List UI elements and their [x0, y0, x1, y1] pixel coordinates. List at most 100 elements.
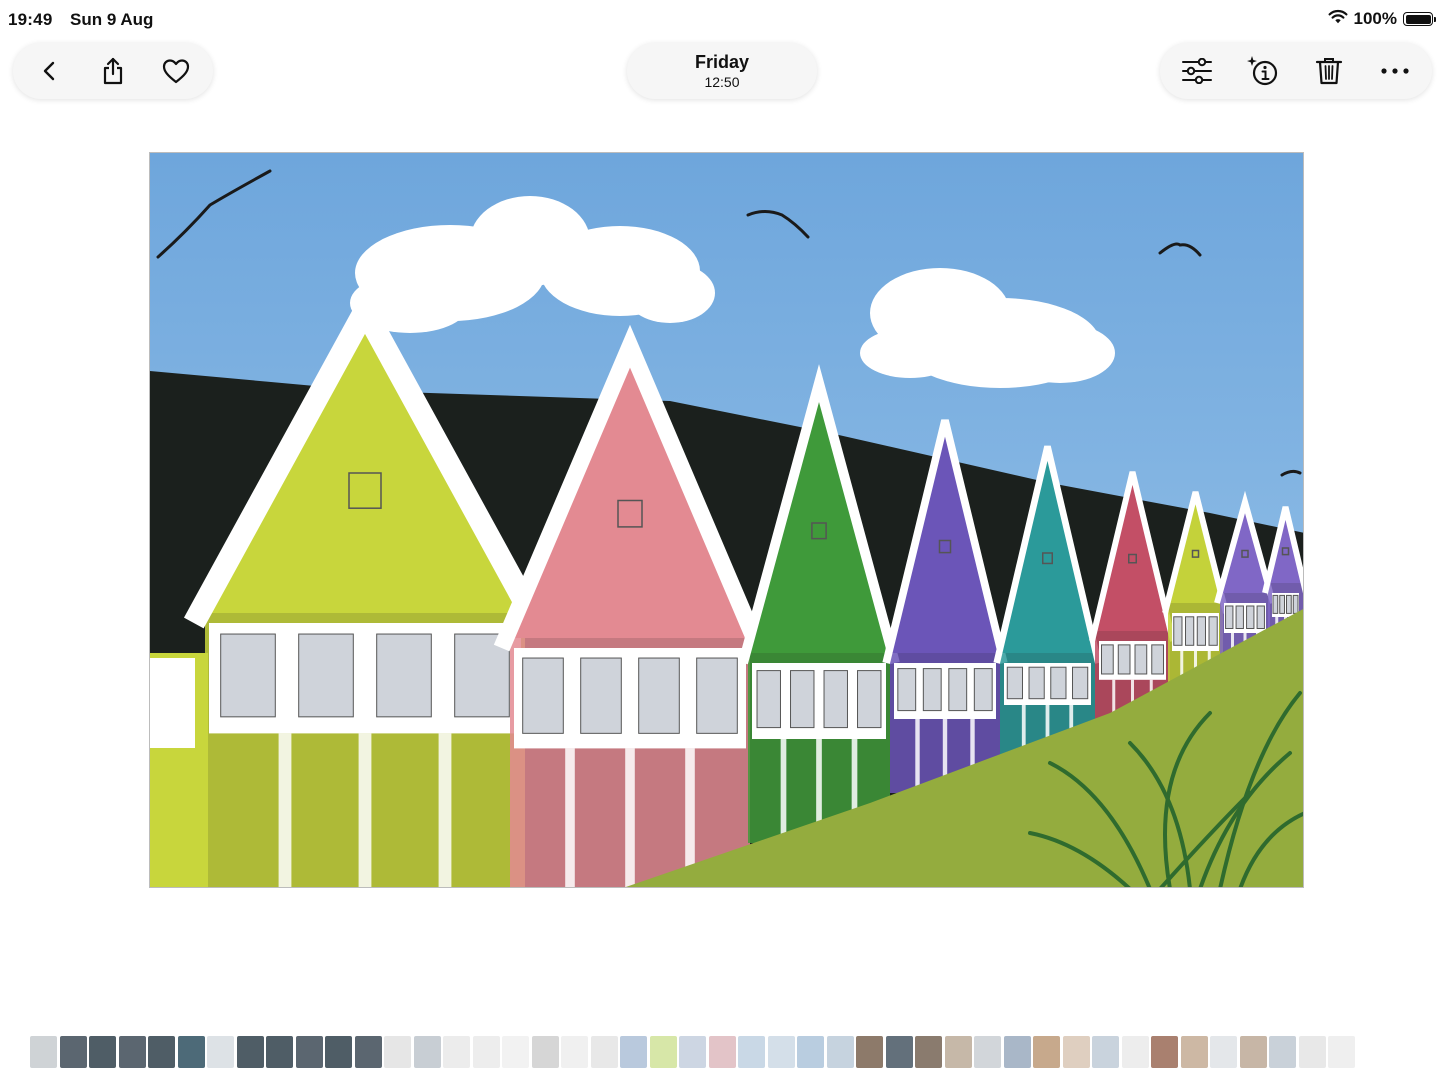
hut-window-pane [1246, 605, 1255, 629]
filmstrip-thumb[interactable] [177, 1036, 205, 1068]
filmstrip-thumb[interactable] [295, 1036, 323, 1068]
hut-window-pane [948, 668, 968, 712]
title-pill[interactable]: Friday 12:50 [627, 43, 817, 99]
filmstrip-thumb[interactable] [384, 1036, 411, 1068]
hut-window-pane [1028, 666, 1045, 700]
hut-window-pane [1292, 594, 1299, 614]
hut-window-pane [1272, 594, 1279, 614]
filmstrip-thumb[interactable] [1121, 1036, 1149, 1068]
filmstrip-thumb[interactable] [1239, 1036, 1267, 1068]
filmstrip-thumb[interactable] [325, 1036, 352, 1068]
filmstrip-thumb[interactable] [1269, 1036, 1296, 1068]
filmstrip-thumb[interactable] [1210, 1036, 1237, 1068]
hut-window-pane [1286, 594, 1292, 614]
filmstrip-thumb[interactable] [1328, 1036, 1355, 1068]
filmstrip-thumb[interactable] [915, 1036, 942, 1068]
filmstrip-thumb[interactable] [1151, 1036, 1178, 1068]
share-button[interactable] [89, 47, 137, 95]
hut-window-pane [1072, 666, 1089, 700]
hut-window-pane [1151, 644, 1164, 675]
right-toolbar [1160, 43, 1432, 99]
filmstrip-thumb[interactable] [354, 1036, 382, 1068]
filmstrip-thumb[interactable] [708, 1036, 736, 1068]
hut-window-pane [1185, 616, 1195, 646]
back-button[interactable] [26, 47, 74, 95]
hut-window-pane [1117, 644, 1131, 675]
more-button[interactable] [1371, 47, 1419, 95]
hut-window-pane [1279, 594, 1285, 614]
photo-title: Friday [694, 52, 750, 72]
filmstrip-thumb[interactable] [89, 1036, 116, 1068]
photo-time: 12:50 [704, 74, 740, 90]
filmstrip-thumb[interactable] [236, 1036, 264, 1068]
filmstrip-thumb[interactable] [1298, 1036, 1326, 1068]
hut-window-pane [580, 657, 622, 734]
filmstrip-thumb[interactable] [826, 1036, 854, 1068]
filmstrip-thumb[interactable] [1062, 1036, 1090, 1068]
filmstrip-thumb[interactable] [118, 1036, 146, 1068]
filmstrip-thumb[interactable] [1003, 1036, 1031, 1068]
filmstrip[interactable] [0, 1032, 1445, 1072]
photo-viewer[interactable] [149, 152, 1304, 888]
beach-huts-painting [150, 153, 1303, 887]
filmstrip-thumb[interactable] [30, 1036, 57, 1068]
filmstrip-thumb[interactable] [207, 1036, 234, 1068]
status-time: 19:49 [8, 10, 53, 29]
hut-window-pane [1225, 605, 1234, 629]
hut-window-pane [823, 670, 848, 729]
hut-window-pane [1006, 666, 1023, 700]
info-button[interactable] [1239, 47, 1287, 95]
hut-window-pane [857, 670, 882, 729]
left-toolbar [13, 43, 213, 99]
filmstrip-thumb[interactable] [148, 1036, 175, 1068]
battery-icon [1403, 12, 1436, 26]
filmstrip-thumb[interactable] [443, 1036, 470, 1068]
filmstrip-thumb[interactable] [1180, 1036, 1208, 1068]
filmstrip-thumb[interactable] [1033, 1036, 1060, 1068]
hut-window-pane [1101, 644, 1114, 675]
hut-window-pane [756, 670, 781, 729]
hut-window-pane [220, 633, 276, 718]
hut-window-pane [522, 657, 564, 734]
trash-icon [1315, 58, 1343, 85]
hut-window-pane [1196, 616, 1206, 646]
filmstrip-thumb[interactable] [266, 1036, 293, 1068]
hut-window-pane [897, 668, 917, 712]
filmstrip-thumb[interactable] [590, 1036, 618, 1068]
filmstrip-thumb[interactable] [561, 1036, 588, 1068]
filmstrip-thumb[interactable] [1092, 1036, 1119, 1068]
hut-window-pane [1050, 666, 1067, 700]
filmstrip-thumb[interactable] [531, 1036, 559, 1068]
filmstrip-thumb[interactable] [944, 1036, 972, 1068]
hut-window-pane [298, 633, 354, 718]
filmstrip-thumb[interactable] [413, 1036, 441, 1068]
filmstrip-thumb[interactable] [767, 1036, 795, 1068]
status-date: Sun 9 Aug [70, 10, 154, 29]
filmstrip-thumb[interactable] [472, 1036, 500, 1068]
filmstrip-thumb[interactable] [649, 1036, 677, 1068]
filmstrip-thumb[interactable] [502, 1036, 529, 1068]
filmstrip-thumb[interactable] [885, 1036, 913, 1068]
favorite-button[interactable] [152, 47, 200, 95]
delete-button[interactable] [1305, 47, 1353, 95]
hut-window-pane [1208, 616, 1218, 646]
edit-button[interactable] [1173, 47, 1221, 95]
filmstrip-thumb[interactable] [738, 1036, 765, 1068]
filmstrip-thumb[interactable] [59, 1036, 87, 1068]
filmstrip-thumb[interactable] [856, 1036, 883, 1068]
hut-window-pane [376, 633, 432, 718]
filmstrip-thumb[interactable] [620, 1036, 647, 1068]
hut-window-pane [1235, 605, 1244, 629]
filmstrip-thumb[interactable] [679, 1036, 706, 1068]
battery-percent: 100% [1353, 9, 1397, 28]
more-icon [1381, 68, 1409, 74]
hut-window-pane [922, 668, 942, 712]
status-bar: 19:49 Sun 9 Aug 100% [0, 0, 1445, 40]
hut-window-pane [1173, 616, 1183, 646]
filmstrip-thumb[interactable] [974, 1036, 1001, 1068]
status-right: 100% [1328, 9, 1436, 29]
hut-partial-frame [150, 658, 195, 748]
filmstrip-thumb[interactable] [797, 1036, 824, 1068]
adjustments-icon [1182, 58, 1212, 84]
hut-window-pane [1256, 605, 1265, 629]
